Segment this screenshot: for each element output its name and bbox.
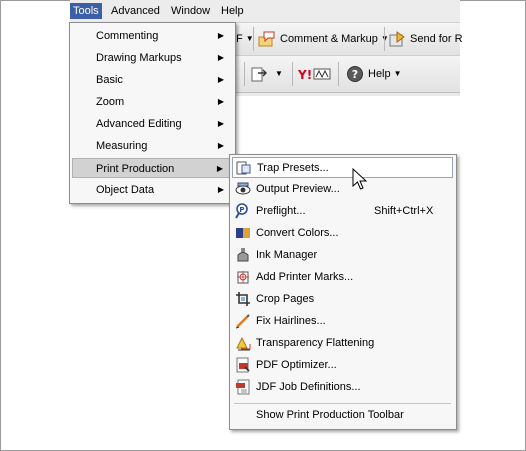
menu-item-convert-colors[interactable]: Convert Colors... [232,223,453,244]
menu-divider [234,403,451,404]
chevron-right-icon: ▶ [216,164,223,173]
menu-item-label: Output Preview... [256,183,340,195]
menu-item-label: Commenting [96,30,159,42]
menu-item-label: Crop Pages [256,293,315,305]
menu-item-commenting[interactable]: Commenting ▶ [72,26,232,46]
menu-tools[interactable]: Tools [70,3,102,19]
convert-colors-icon [236,228,250,238]
menu-item-label: Object Data [96,184,155,196]
yahoo-search-button[interactable]: Y! [297,63,332,85]
toolbar-partial-button[interactable]: F ▼ [236,28,254,50]
menu-item-measuring[interactable]: Measuring ▶ [72,136,232,156]
menu-item-shortcut: Shift+Ctrl+X [374,205,434,217]
menu-window[interactable]: Window [168,3,213,19]
chevron-right-icon: ▶ [217,53,224,62]
menu-item-pdf-optimizer[interactable]: PDF Optimizer... [232,355,453,376]
page-arrow-icon [251,67,267,82]
menu-item-label: Convert Colors... [256,227,339,239]
toolbar-partial-label: F [236,33,243,45]
menu-item-label: Advanced Editing [96,118,182,130]
menu-item-print-production[interactable]: Print Production ▶ [72,158,232,178]
menu-item-label: JDF Job Definitions... [256,381,361,393]
toolbar-divider [292,62,293,86]
fix-hairlines-icon [235,314,250,329]
menu-help[interactable]: Help [218,3,247,19]
trap-presets-icon [236,161,251,175]
menu-item-zoom[interactable]: Zoom ▶ [72,92,232,112]
chevron-right-icon: ▶ [217,141,224,150]
ink-manager-icon [237,248,249,262]
mouse-cursor-icon [352,168,368,190]
send-for-review-button[interactable]: Send for R [388,28,463,50]
comment-markup-button[interactable]: Comment & Markup▼ [258,28,389,50]
menu-item-object-data[interactable]: Object Data ▶ [72,180,232,200]
jdf-job-icon [236,379,250,395]
output-preview-icon [235,182,251,195]
menu-item-advanced-editing[interactable]: Advanced Editing ▶ [72,114,232,134]
menu-item-label: PDF Optimizer... [256,359,337,371]
menu-item-drawing-markups[interactable]: Drawing Markups ▶ [72,48,232,68]
chevron-down-icon: ▼ [275,69,283,79]
toolbar-divider [384,27,385,51]
transparency-flattening-icon [236,336,251,351]
comment-markup-icon [258,31,275,47]
send-for-review-label: Send for R [410,33,463,45]
menu-item-transparency-flattening[interactable]: Transparency Flattening [232,333,453,354]
menu-item-fix-hairlines[interactable]: Fix Hairlines... [232,311,453,332]
menu-item-label: Print Production [96,163,175,175]
toolbar-divider [338,62,339,86]
menu-item-preflight[interactable]: P Preflight... Shift+Ctrl+X [232,201,453,222]
menu-item-label: Add Printer Marks... [256,271,354,283]
pdf-optimizer-icon [236,357,250,373]
toolbar-divider [244,62,245,86]
tools-menu: Commenting ▶ Drawing Markups ▶ Basic ▶ Z… [69,22,236,204]
menubar: Tools Advanced Window Help [70,0,460,23]
menu-advanced[interactable]: Advanced [108,3,163,19]
chevron-right-icon: ▶ [217,31,224,40]
svg-text:?: ? [352,68,358,81]
menu-item-jdf-job-definitions[interactable]: JDF Job Definitions... [232,377,453,398]
svg-text:P: P [239,206,244,214]
send-review-icon [389,31,405,47]
menu-item-label: Basic [96,74,123,86]
help-label: Help [368,68,391,80]
menu-item-label: Drawing Markups [96,52,182,64]
menu-item-label: Zoom [96,96,125,108]
menu-item-basic[interactable]: Basic ▶ [72,70,232,90]
print-production-menu: Trap Presets... Output Preview... P Pref… [229,154,457,430]
chevron-right-icon: ▶ [217,97,224,106]
menu-item-label: Trap Presets... [257,162,329,174]
comment-markup-label: Comment & Markup [280,33,378,45]
menu-item-label: Transparency Flattening [256,337,375,349]
chevron-right-icon: ▶ [217,119,224,128]
svg-text:Y!: Y! [298,68,312,82]
menu-item-label: Show Print Production Toolbar [256,409,404,421]
menu-item-add-printer-marks[interactable]: Add Printer Marks... [232,267,453,288]
help-icon: ? [347,66,363,83]
preflight-icon: P [235,203,248,219]
yahoo-icon: Y! [297,68,331,82]
menu-item-show-print-production-toolbar[interactable]: Show Print Production Toolbar [232,405,453,426]
menu-item-ink-manager[interactable]: Ink Manager [232,245,453,266]
menu-item-label: Ink Manager [256,249,318,261]
menu-item-crop-pages[interactable]: Crop Pages [232,289,453,310]
menu-item-label: Preflight... [256,205,306,217]
crop-pages-icon [236,292,250,306]
menu-item-trap-presets[interactable]: Trap Presets... [232,157,453,178]
chevron-right-icon: ▶ [217,75,224,84]
printer-marks-icon [237,271,249,284]
help-button[interactable]: ? Help ▼ [346,63,402,85]
menu-item-output-preview[interactable]: Output Preview... [232,179,453,200]
menu-item-label: Fix Hairlines... [256,315,326,327]
chevron-down-icon: ▼ [393,69,402,79]
page-tool-button[interactable]: ▼ [250,63,283,85]
chevron-right-icon: ▶ [217,185,224,194]
toolbar-divider [253,27,254,51]
menu-item-label: Measuring [96,140,148,152]
